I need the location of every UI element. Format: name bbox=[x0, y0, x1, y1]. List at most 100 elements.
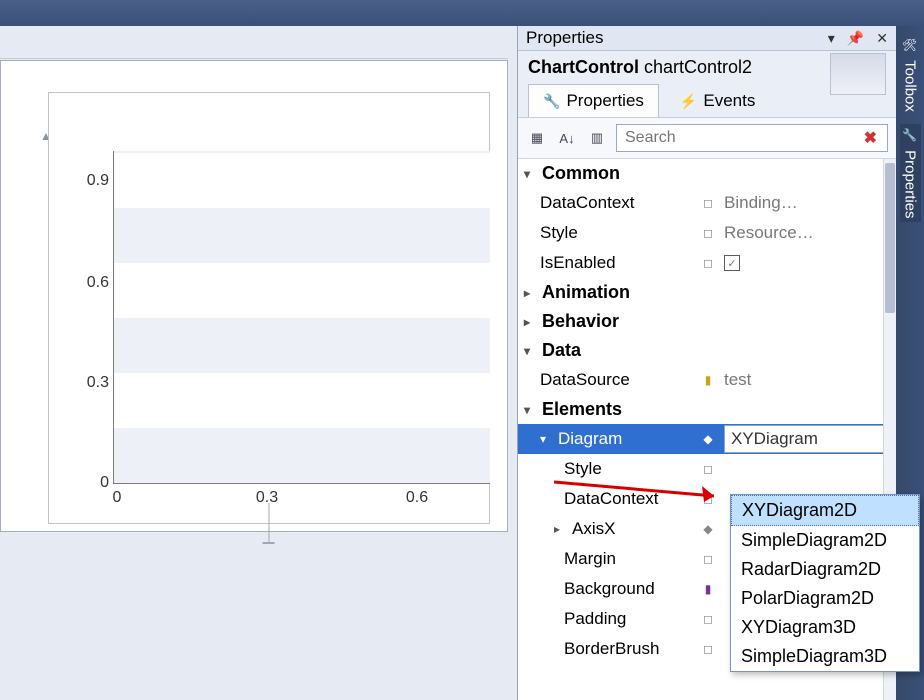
category-behavior[interactable]: Behavior bbox=[518, 307, 896, 336]
toolbox-icon: 🛠 bbox=[902, 38, 917, 52]
prop-label: Diagram bbox=[558, 429, 622, 449]
prop-value: XYDiagram bbox=[731, 429, 818, 449]
category-animation[interactable]: Animation bbox=[518, 278, 896, 307]
prop-value[interactable]: test bbox=[718, 370, 896, 390]
resize-handle-south[interactable] bbox=[269, 503, 270, 543]
properties-icon: 🔧 bbox=[902, 128, 917, 142]
properties-panel-title: Properties bbox=[526, 28, 603, 48]
prop-value-dropdown[interactable]: XYDiagram ▾ bbox=[724, 425, 896, 453]
chart-plot-area bbox=[113, 151, 490, 484]
properties-panel-header: Properties ▾ 📌 ✕ bbox=[518, 26, 896, 51]
object-name: chartControl2 bbox=[644, 57, 752, 77]
properties-toolbar: ▦ A↓ ▥ ✖ bbox=[518, 118, 896, 159]
tab-events-label: Events bbox=[703, 91, 755, 111]
dropdown-item[interactable]: XYDiagram3D bbox=[731, 613, 919, 642]
marker-icon[interactable]: ▮ bbox=[698, 582, 718, 596]
expand-icon[interactable] bbox=[554, 522, 568, 536]
close-icon[interactable]: ✕ bbox=[876, 30, 888, 47]
prop-label: IsEnabled bbox=[540, 253, 698, 273]
clear-search-icon[interactable]: ✖ bbox=[860, 128, 881, 148]
dropdown-item[interactable]: PolarDiagram2D bbox=[731, 584, 919, 613]
expand-icon[interactable] bbox=[540, 432, 554, 446]
prop-label: Margin bbox=[564, 549, 698, 569]
side-tab-properties[interactable]: 🔧 Properties bbox=[900, 124, 921, 223]
marker-icon[interactable]: ◻ bbox=[698, 612, 718, 626]
checkbox-icon[interactable] bbox=[724, 255, 740, 271]
prop-row-style[interactable]: Style ◻ Resource… bbox=[518, 218, 896, 248]
expand-icon bbox=[524, 344, 538, 358]
y-tick-label: 0.9 bbox=[87, 172, 109, 190]
prop-row-datasource[interactable]: DataSource ▮ test bbox=[518, 365, 896, 395]
marker-diamond-icon[interactable]: ◆ bbox=[698, 432, 718, 446]
prop-label: BorderBrush bbox=[564, 639, 698, 659]
dropdown-icon[interactable]: ▾ bbox=[828, 30, 835, 47]
marker-icon[interactable]: ◻ bbox=[698, 552, 718, 566]
side-tab-toolbox-label: Toolbox bbox=[902, 60, 919, 112]
side-tab-toolbox[interactable]: 🛠 Toolbox bbox=[900, 34, 921, 116]
prop-label: DataContext bbox=[564, 489, 698, 509]
category-common-label: Common bbox=[542, 163, 620, 184]
expand-icon bbox=[524, 167, 538, 181]
object-header: ChartControl chartControl2 🔧 Properties … bbox=[518, 51, 896, 118]
marker-icon[interactable]: ◻ bbox=[698, 492, 718, 506]
wrench-icon: 🔧 bbox=[543, 93, 560, 110]
object-thumbnail bbox=[830, 53, 886, 95]
dropdown-item[interactable]: RadarDiagram2D bbox=[731, 555, 919, 584]
y-tick-label: 0 bbox=[100, 474, 109, 492]
scrollbar-thumb[interactable] bbox=[885, 163, 895, 313]
tab-events[interactable]: ⚡ Events bbox=[665, 84, 770, 117]
prop-label: Padding bbox=[564, 609, 698, 629]
object-type: ChartControl bbox=[528, 57, 639, 77]
marker-icon[interactable]: ◻ bbox=[698, 642, 718, 656]
expand-icon bbox=[524, 403, 538, 417]
category-elements[interactable]: Elements bbox=[518, 395, 896, 424]
property-pages-icon[interactable]: ▥ bbox=[586, 127, 608, 149]
diagram-dropdown[interactable]: XYDiagram2D SimpleDiagram2D RadarDiagram… bbox=[730, 494, 920, 672]
prop-value[interactable] bbox=[718, 255, 896, 271]
marker-diamond-icon[interactable]: ◆ bbox=[698, 522, 718, 536]
search-input[interactable] bbox=[623, 128, 860, 148]
category-common[interactable]: Common bbox=[518, 159, 896, 188]
y-tick-label: 0.3 bbox=[87, 374, 109, 392]
design-ruler bbox=[0, 28, 508, 59]
prop-row-diagram[interactable]: Diagram ◆ XYDiagram ▾ bbox=[518, 424, 896, 454]
prop-value[interactable]: Binding… bbox=[718, 193, 896, 213]
categorize-icon[interactable]: ▦ bbox=[526, 127, 548, 149]
category-elements-label: Elements bbox=[542, 399, 622, 420]
prop-label: Style bbox=[564, 459, 698, 479]
category-data-label: Data bbox=[542, 340, 581, 361]
prop-label: DataSource bbox=[540, 370, 698, 390]
sort-az-icon[interactable]: A↓ bbox=[556, 127, 578, 149]
marker-icon[interactable]: ▮ bbox=[698, 373, 718, 387]
tab-properties-label: Properties bbox=[566, 91, 643, 111]
x-tick-label: 0.3 bbox=[256, 489, 278, 507]
dropdown-item[interactable]: SimpleDiagram3D bbox=[731, 642, 919, 671]
prop-row-datacontext[interactable]: DataContext ◻ Binding… bbox=[518, 188, 896, 218]
prop-value[interactable]: Resource… bbox=[718, 223, 896, 243]
category-data[interactable]: Data bbox=[518, 336, 896, 365]
y-tick-label: 0.6 bbox=[87, 274, 109, 292]
prop-row-isenabled[interactable]: IsEnabled ◻ bbox=[518, 248, 896, 278]
expand-icon bbox=[524, 286, 538, 300]
pin-icon[interactable]: 📌 bbox=[847, 30, 864, 47]
prop-label: Style bbox=[540, 223, 698, 243]
search-input-container[interactable]: ✖ bbox=[616, 124, 888, 152]
category-behavior-label: Behavior bbox=[542, 311, 619, 332]
expand-icon bbox=[524, 315, 538, 329]
tab-properties[interactable]: 🔧 Properties bbox=[528, 84, 659, 117]
prop-label: DataContext bbox=[540, 193, 698, 213]
prop-label: AxisX bbox=[572, 519, 615, 539]
dropdown-item[interactable]: SimpleDiagram2D bbox=[731, 526, 919, 555]
lightning-icon: ⚡ bbox=[680, 93, 697, 110]
x-tick-label: 0.6 bbox=[406, 489, 428, 507]
marker-icon[interactable]: ◻ bbox=[698, 256, 718, 270]
category-animation-label: Animation bbox=[542, 282, 630, 303]
side-tab-properties-label: Properties bbox=[902, 150, 919, 218]
chart-control[interactable]: 0 0.3 0.6 0.9 0 0.3 0.6 bbox=[48, 92, 490, 524]
marker-icon[interactable]: ◻ bbox=[698, 226, 718, 240]
marker-icon[interactable]: ◻ bbox=[698, 196, 718, 210]
prop-row-style-elem[interactable]: Style ◻ bbox=[518, 454, 896, 484]
x-tick-label: 0 bbox=[113, 489, 122, 507]
dropdown-item[interactable]: XYDiagram2D bbox=[731, 495, 919, 526]
marker-icon[interactable]: ◻ bbox=[698, 462, 718, 476]
